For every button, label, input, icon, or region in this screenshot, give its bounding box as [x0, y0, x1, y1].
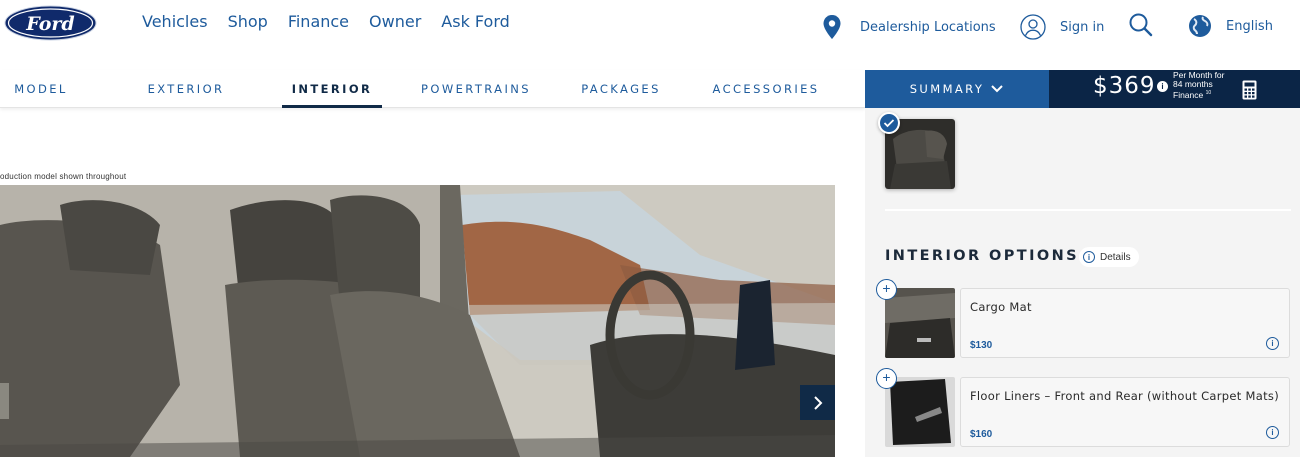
chevron-right-icon	[813, 395, 822, 410]
calculator-icon[interactable]	[1242, 80, 1257, 100]
language-label: English	[1226, 18, 1273, 34]
build-tabs: MODEL EXTERIOR INTERIOR POWERTRAINS PACK…	[0, 70, 865, 108]
tab-exterior[interactable]: EXTERIOR	[140, 70, 232, 108]
option-price: $160	[970, 429, 993, 440]
sign-in-label: Sign in	[1060, 19, 1105, 35]
add-floor-liners-icon[interactable]: +	[876, 368, 897, 389]
image-disclaimer: oduction model shown throughout	[0, 172, 127, 181]
tab-accessories[interactable]: ACCESSORIES	[710, 70, 822, 108]
nav-owner[interactable]: Owner	[369, 12, 421, 31]
option-name: Floor Liners – Front and Rear (without C…	[970, 389, 1279, 403]
panel-divider	[885, 209, 1291, 211]
next-image-button[interactable]	[800, 385, 835, 420]
floor-liners-card[interactable]: Floor Liners – Front and Rear (without C…	[960, 377, 1290, 447]
nav-shop[interactable]: Shop	[228, 12, 268, 31]
finance-text: Finance 10	[1173, 89, 1212, 100]
tab-powertrains[interactable]: POWERTRAINS	[418, 70, 534, 108]
selected-check-icon	[878, 112, 900, 134]
top-header: Ford Vehicles Shop Finance Owner Ask For…	[0, 0, 1300, 52]
dealership-locations-label: Dealership Locations	[860, 19, 996, 35]
cargo-mat-image	[885, 288, 955, 358]
sign-in-link[interactable]: Sign in	[1020, 14, 1104, 40]
nav-vehicles[interactable]: Vehicles	[142, 12, 208, 31]
monthly-payment-amount: $369	[1093, 73, 1156, 99]
details-button[interactable]: i Details	[1079, 247, 1139, 267]
map-pin-icon	[823, 15, 841, 39]
payment-terms: Per Month for 84 months Finance 10	[1173, 71, 1243, 99]
globe-icon	[1189, 15, 1211, 37]
svg-text:Ford: Ford	[25, 13, 74, 35]
chevron-down-icon	[991, 85, 1003, 93]
finance-footnote-mark: 10	[1205, 89, 1212, 96]
payment-info-icon[interactable]: i	[1157, 81, 1168, 92]
option-price: $130	[970, 340, 993, 351]
details-label: Details	[1100, 251, 1131, 263]
payment-estimate[interactable]: $369 i Per Month for 84 months Finance 1…	[1049, 70, 1300, 108]
interior-options-title: INTERIOR OPTIONS	[885, 248, 1079, 264]
user-icon	[1020, 14, 1046, 40]
nav-finance[interactable]: Finance	[288, 12, 349, 31]
options-panel: INTERIOR OPTIONS i Details + Cargo Mat $…	[865, 108, 1300, 457]
add-cargo-mat-icon[interactable]: +	[876, 279, 897, 300]
option-name: Cargo Mat	[970, 300, 1032, 314]
summary-button[interactable]: SUMMARY	[865, 70, 1049, 108]
interior-scene-illustration	[0, 185, 835, 457]
main-nav: Vehicles Shop Finance Owner Ask Ford	[142, 12, 510, 31]
info-icon: i	[1083, 251, 1095, 263]
summary-label: SUMMARY	[909, 82, 985, 96]
option-info-icon[interactable]: i	[1266, 426, 1279, 439]
months-text: 84 months	[1173, 78, 1213, 89]
tab-interior[interactable]: INTERIOR	[282, 70, 382, 108]
nav-ask-ford[interactable]: Ask Ford	[441, 12, 510, 31]
floor-liners-image	[885, 377, 955, 447]
option-cargo-mat[interactable]: + Cargo Mat $130 i	[876, 279, 1290, 358]
language-selector[interactable]: English	[1188, 14, 1273, 38]
dealership-locations-link[interactable]: Dealership Locations	[822, 14, 996, 40]
cargo-mat-card[interactable]: Cargo Mat $130 i	[960, 288, 1290, 358]
option-info-icon[interactable]: i	[1266, 337, 1279, 350]
option-floor-liners[interactable]: + Floor Liners – Front and Rear (without…	[876, 368, 1290, 447]
search-button[interactable]	[1128, 12, 1154, 38]
previous-image-button[interactable]	[0, 383, 9, 419]
tab-packages[interactable]: PACKAGES	[578, 70, 664, 108]
interior-vehicle-image	[0, 185, 835, 457]
search-icon	[1129, 13, 1153, 37]
tab-model[interactable]: MODEL	[0, 70, 82, 108]
ford-logo[interactable]: Ford	[4, 5, 97, 41]
